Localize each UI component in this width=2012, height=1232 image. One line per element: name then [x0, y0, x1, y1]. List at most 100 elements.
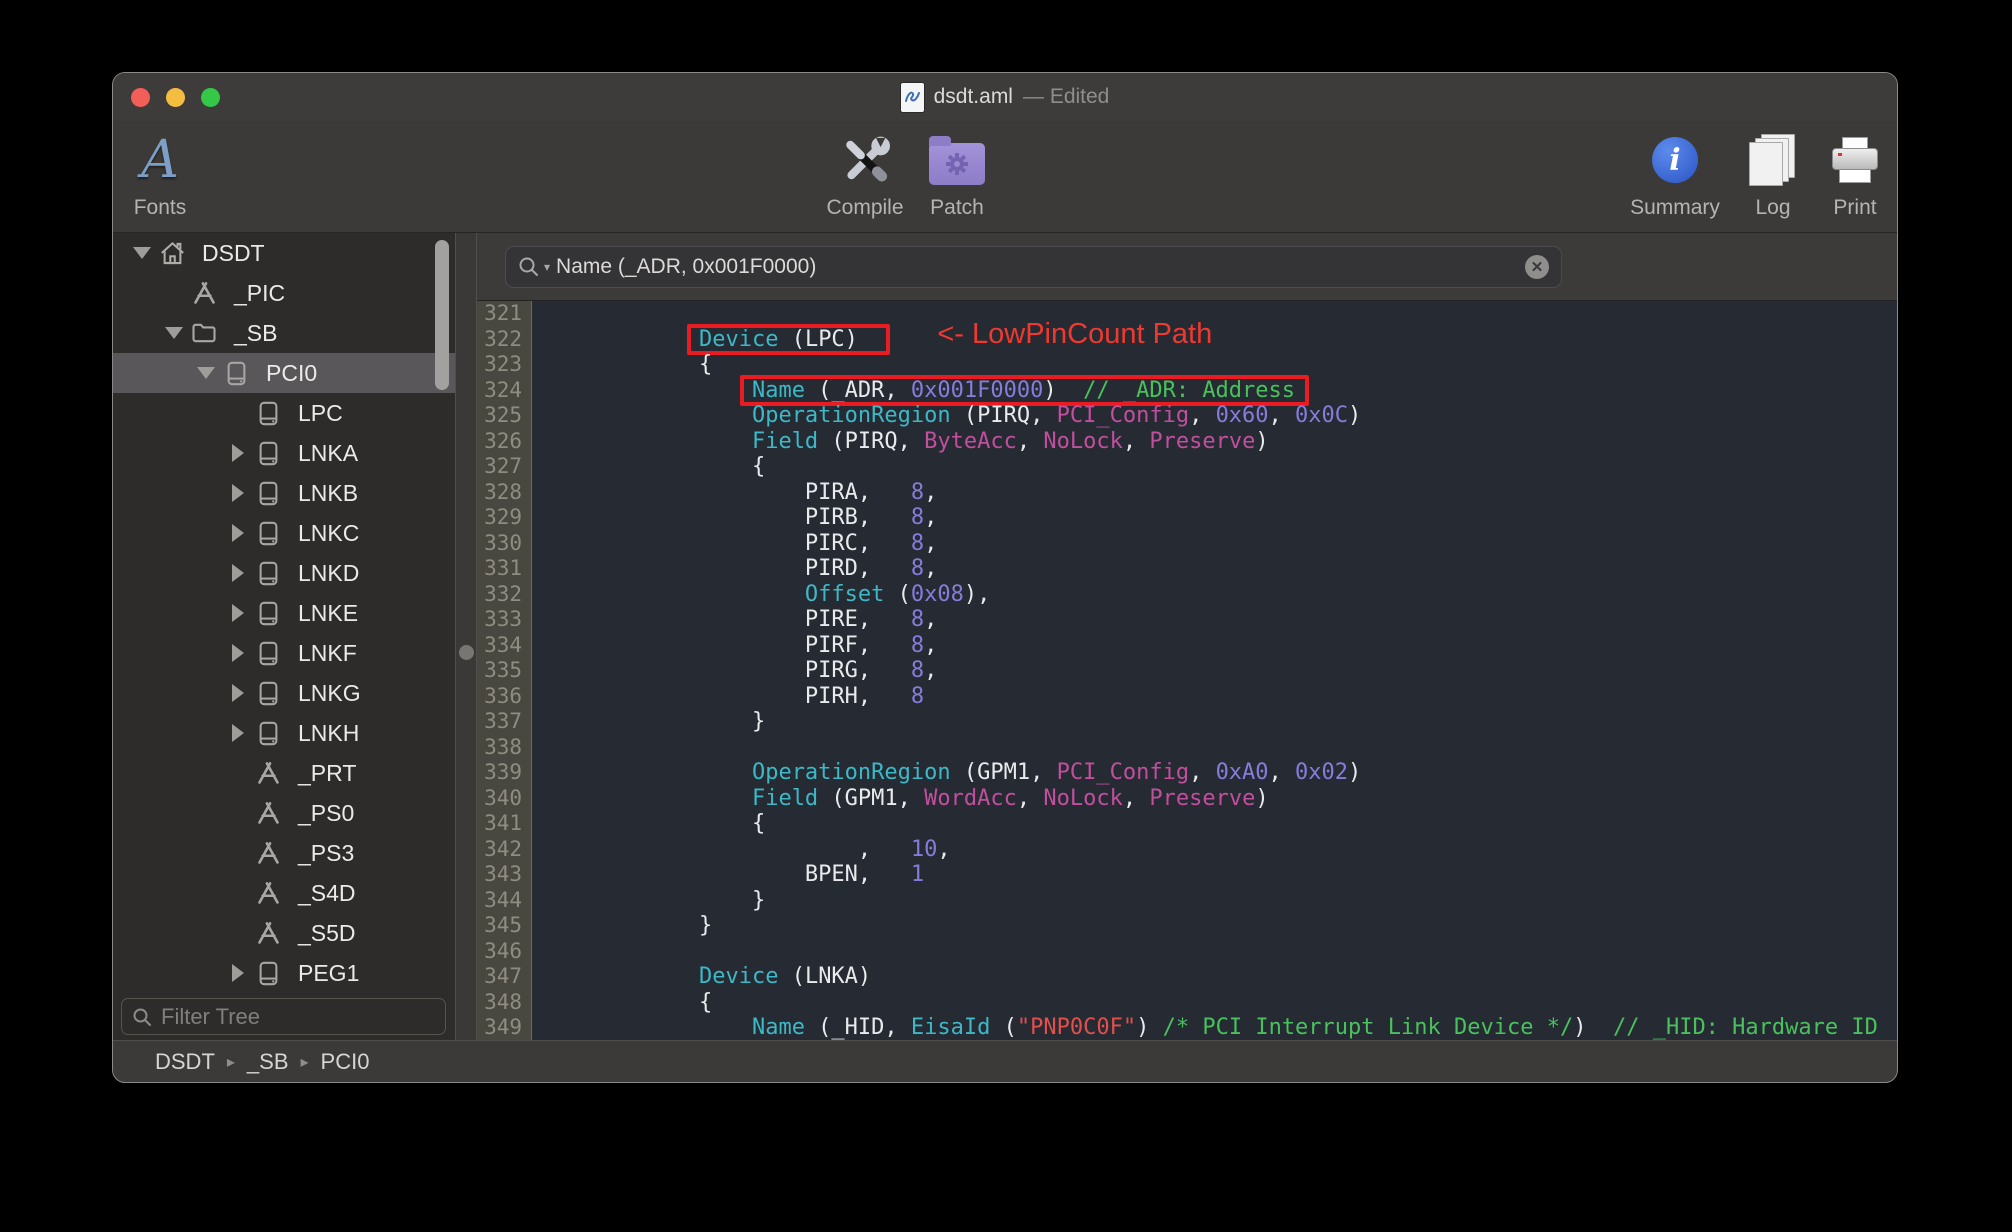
- device-icon: [250, 960, 286, 987]
- code-line-346: 346: [477, 938, 1897, 965]
- breadcrumb: DSDT ▸ _SB ▸ PCI0: [113, 1040, 1897, 1082]
- line-number: 322: [477, 326, 532, 352]
- close-button[interactable]: [131, 87, 150, 107]
- annotation-text: <- LowPinCount Path: [937, 317, 1213, 350]
- disclosure-down-icon[interactable]: [194, 361, 218, 385]
- tree-item-_PS3[interactable]: _PS3: [113, 833, 455, 873]
- code-editor[interactable]: 321 322 Device (LPC) <- LowPinCount Path 32…: [477, 301, 1897, 1040]
- code-line-322: 322 Device (LPC) <- LowPinCount Path: [477, 319, 1897, 355]
- minimize-button[interactable]: [166, 87, 185, 107]
- tree-item-label: PEG1: [298, 959, 360, 986]
- disclosure-right-icon[interactable]: [226, 561, 250, 585]
- method-icon: [250, 760, 286, 787]
- disclosure-right-icon[interactable]: [226, 441, 250, 465]
- print-button[interactable]: Print: [1832, 129, 1878, 218]
- fonts-button[interactable]: A Fonts: [134, 129, 187, 218]
- code-text: [532, 939, 1897, 965]
- disclosure-down-icon[interactable]: [162, 321, 186, 345]
- method-icon: [250, 840, 286, 867]
- tree-item-LNKB[interactable]: LNKB: [113, 473, 455, 513]
- tree-item-LNKF[interactable]: LNKF: [113, 633, 455, 673]
- disclosure-right-icon[interactable]: [226, 521, 250, 545]
- disclosure-right-icon[interactable]: [226, 961, 250, 985]
- disclosure-down-icon[interactable]: [130, 241, 154, 265]
- tree-item-_PS0[interactable]: _PS0: [113, 793, 455, 833]
- tree-item-label: _PS3: [298, 839, 355, 866]
- device-icon: [250, 640, 286, 667]
- filter-placeholder: Filter Tree: [161, 1003, 261, 1029]
- disclosure-right-icon[interactable]: [226, 681, 250, 705]
- search-icon: [132, 1007, 152, 1027]
- sidebar-scrollbar-thumb[interactable]: [435, 240, 449, 390]
- code-line-349: 349 Name (_HID, EisaId ("PNP0C0F") /* PC…: [477, 1015, 1897, 1040]
- method-icon: [250, 880, 286, 907]
- patch-label: Patch: [930, 196, 984, 219]
- disclosure-right-icon[interactable]: [226, 721, 250, 745]
- highlight-red-box: [739, 374, 1309, 406]
- tree-item-LNKE[interactable]: LNKE: [113, 593, 455, 633]
- tree-item-LNKH[interactable]: LNKH: [113, 713, 455, 753]
- code-line-344: 344 }: [477, 887, 1897, 913]
- line-number: 325: [477, 403, 532, 429]
- line-number: 324: [477, 377, 532, 403]
- device-icon: [250, 560, 286, 587]
- clear-search-button[interactable]: ✕: [1525, 255, 1549, 279]
- tree-item-label: LNKB: [298, 479, 359, 506]
- filter-tree-input[interactable]: Filter Tree: [121, 998, 446, 1035]
- tree-item-_PIC[interactable]: _PIC: [113, 273, 455, 313]
- tree-item-label: _SB: [234, 319, 278, 346]
- code-line-337: 337 }: [477, 709, 1897, 735]
- tree-item-label: LNKA: [298, 439, 359, 466]
- code-text: PIRA, 8,: [804, 479, 938, 505]
- document-icon[interactable]: [900, 82, 924, 112]
- line-number: 349: [477, 1015, 532, 1040]
- code-text: }: [698, 913, 713, 938]
- tree-item-label: _PRT: [298, 759, 357, 786]
- line-number: 337: [477, 709, 532, 735]
- line-number: 329: [477, 505, 532, 531]
- pane-splitter[interactable]: [456, 233, 477, 1040]
- code-line-340: 340 Field (GPM1, WordAcc, NoLock, Preser…: [477, 785, 1897, 811]
- tree-item-_S4D[interactable]: _S4D: [113, 873, 455, 913]
- method-icon: [186, 280, 222, 307]
- tree-item-_S5D[interactable]: _S5D: [113, 913, 455, 953]
- disclosure-right-icon[interactable]: [226, 481, 250, 505]
- breadcrumb-item-PCI0[interactable]: PCI0: [321, 1049, 370, 1075]
- tree-item-PEG1[interactable]: PEG1: [113, 953, 455, 993]
- disclosure-right-icon[interactable]: [226, 601, 250, 625]
- tree-item-LNKA[interactable]: LNKA: [113, 433, 455, 473]
- disclosure-right-icon[interactable]: [226, 641, 250, 665]
- summary-button[interactable]: i Summary: [1630, 129, 1720, 218]
- patch-button[interactable]: Patch: [929, 129, 985, 218]
- tree-item-LPC[interactable]: LPC: [113, 393, 455, 433]
- code-line-327: 327 {: [477, 454, 1897, 480]
- toolbar: A Fonts Compile Patch i Summary Log Prin…: [113, 121, 1897, 233]
- folder-icon: [186, 319, 222, 347]
- line-number: 340: [477, 785, 532, 811]
- tree-item-LNKD[interactable]: LNKD: [113, 553, 455, 593]
- find-input[interactable]: ▾ Name (_ADR, 0x001F0000) ✕: [505, 246, 1562, 288]
- tree-item-DSDT[interactable]: DSDT: [113, 233, 455, 273]
- code-line-329: 329 PIRB, 8,: [477, 505, 1897, 531]
- tree-item-_PRT[interactable]: _PRT: [113, 753, 455, 793]
- tree-item-label: _PS0: [298, 799, 355, 826]
- zoom-button[interactable]: [201, 87, 220, 107]
- tree-item-_SB[interactable]: _SB: [113, 313, 455, 353]
- tree-item-LNKG[interactable]: LNKG: [113, 673, 455, 713]
- log-button[interactable]: Log: [1749, 129, 1797, 218]
- breadcrumb-item-_SB[interactable]: _SB: [247, 1049, 289, 1075]
- tree-item-label: _S4D: [298, 879, 356, 906]
- app-window: dsdt.aml — Edited A Fonts Compile Patch …: [112, 72, 1898, 1083]
- compile-button[interactable]: Compile: [826, 129, 904, 218]
- code-text: PIRE, 8,: [804, 607, 938, 632]
- splitter-handle-icon: [459, 645, 474, 660]
- tree-item-PCI0[interactable]: PCI0: [113, 353, 455, 393]
- titlebar[interactable]: dsdt.aml — Edited: [113, 73, 1897, 121]
- line-number: 328: [477, 479, 532, 505]
- code-text: [532, 735, 1897, 761]
- tree-item-LNKC[interactable]: LNKC: [113, 513, 455, 553]
- breadcrumb-item-DSDT[interactable]: DSDT: [155, 1049, 215, 1075]
- code-text: Device (LPC) <- LowPinCount Path: [532, 319, 1897, 355]
